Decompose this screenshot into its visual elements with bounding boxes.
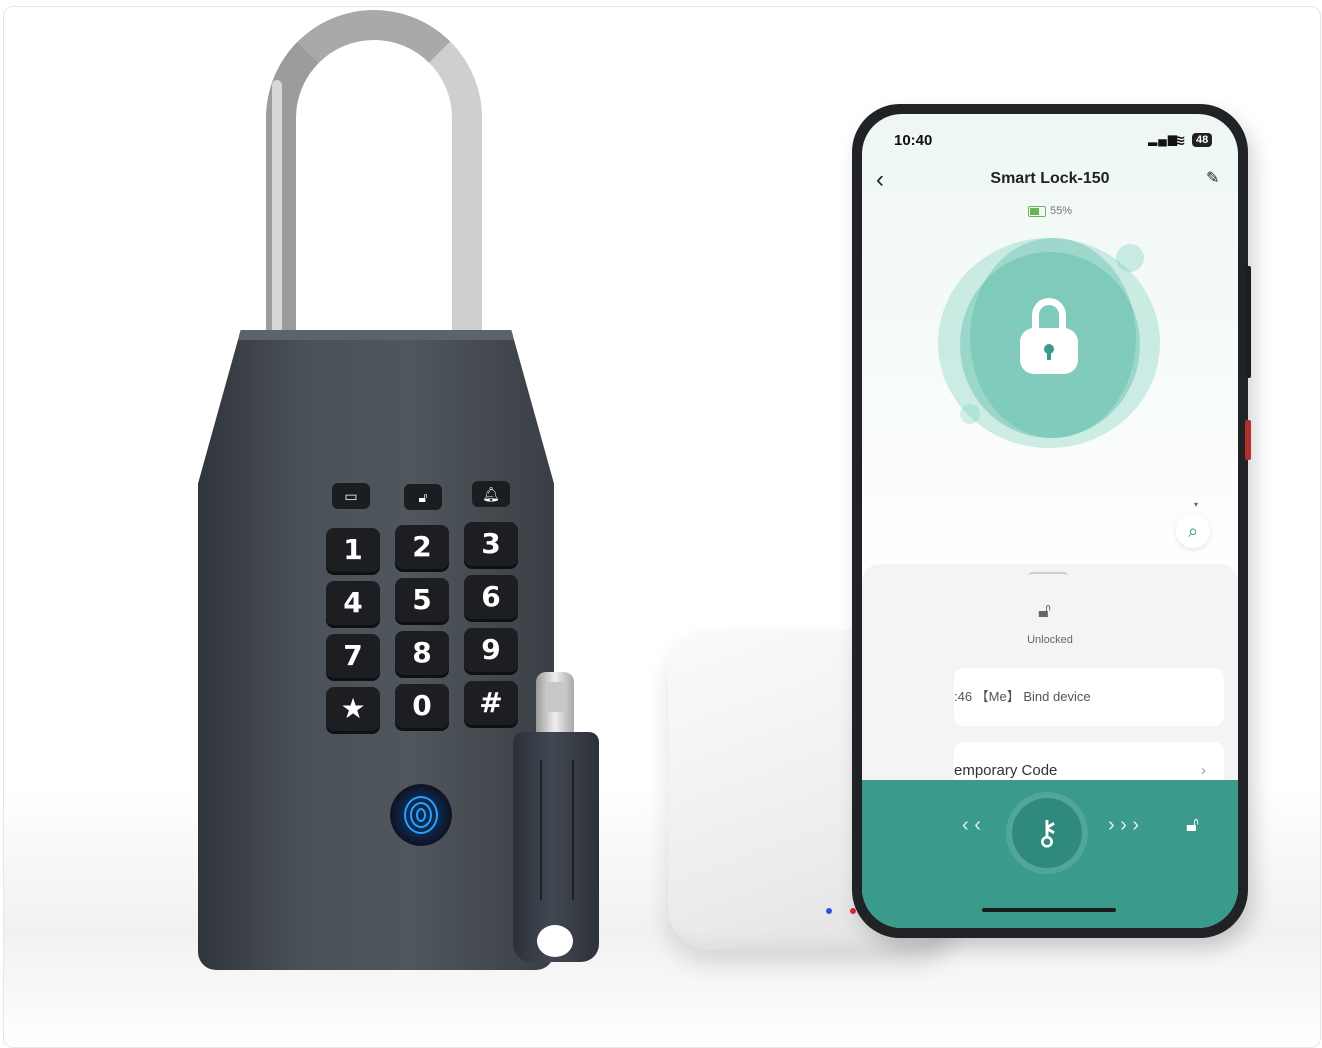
battery-badge: 48 <box>1192 133 1213 147</box>
dropdown-dot: ▾ <box>1194 500 1199 509</box>
keypad-key[interactable]: 0 <box>395 684 449 728</box>
keypad-key[interactable]: # <box>464 681 518 725</box>
keypad-key[interactable]: 8 <box>395 631 449 675</box>
phone-side-button <box>1245 266 1251 378</box>
chevron-right-icon: › › › <box>1108 814 1140 836</box>
unlock-icon: 🔓︎ <box>404 484 442 510</box>
page-title: Smart Lock-150 <box>990 170 1110 187</box>
battery-icon: ▭ <box>332 483 370 509</box>
bubble <box>1116 244 1144 272</box>
keypad-key[interactable]: 7 <box>326 634 380 678</box>
bubble <box>960 404 980 424</box>
battery-level-icon <box>1028 206 1046 217</box>
padlock-icon[interactable] <box>1020 298 1078 378</box>
usb-c-connector <box>536 672 574 734</box>
unlock-slider-bar[interactable]: ‹ ‹ ⚷ › › › 🔓︎ <box>862 780 1238 928</box>
usb-key-groove <box>540 760 574 900</box>
padlock-shackle <box>266 10 482 340</box>
chevron-left-icon: ‹ ‹ <box>962 814 981 836</box>
record-row[interactable]: :46 【Me】 Bind device <box>954 668 1224 726</box>
fingerprint-sensor-icon <box>390 784 452 846</box>
unlock-icon: 🔓︎ <box>1186 814 1199 836</box>
phone-screen: 10:40 ▂▄▆ ≋ 48 ‹ Smart Lock-150 ✎ 55% ▾ … <box>862 114 1238 928</box>
keypad-key[interactable]: 3 <box>464 522 518 566</box>
wifi-icon: ≋ <box>1174 132 1186 148</box>
phone-side-button-red <box>1245 420 1251 460</box>
search-icon[interactable]: ⌕ <box>1176 514 1210 548</box>
keypad-key[interactable]: 5 <box>395 578 449 622</box>
battery-percent: 55% <box>1050 205 1073 217</box>
status-time: 10:40 <box>894 132 933 149</box>
keypad-key[interactable]: 4 <box>326 581 380 625</box>
unlocked-icon: 🔓︎ <box>1038 600 1051 622</box>
keypad-key[interactable]: 6 <box>464 575 518 619</box>
keypad-key[interactable]: 1 <box>326 528 380 572</box>
lock-state-label: Unlocked <box>1027 634 1073 646</box>
home-indicator <box>982 908 1116 912</box>
record-text: emporary Code <box>954 762 1058 779</box>
drag-handle[interactable] <box>1028 572 1068 580</box>
usb-key-ring-hole <box>537 925 573 957</box>
keypad-key[interactable]: ★ <box>326 687 380 731</box>
record-text: :46 【Me】 Bind device <box>954 689 1091 704</box>
hub-led-blue <box>826 908 832 914</box>
alarm-icon: 🔔︎ <box>472 481 510 507</box>
keypad-key[interactable]: 9 <box>464 628 518 672</box>
keypad-key[interactable]: 2 <box>395 525 449 569</box>
edit-pencil-icon[interactable]: ✎ <box>1206 168 1219 188</box>
key-icon[interactable]: ⚷ <box>1012 798 1082 868</box>
